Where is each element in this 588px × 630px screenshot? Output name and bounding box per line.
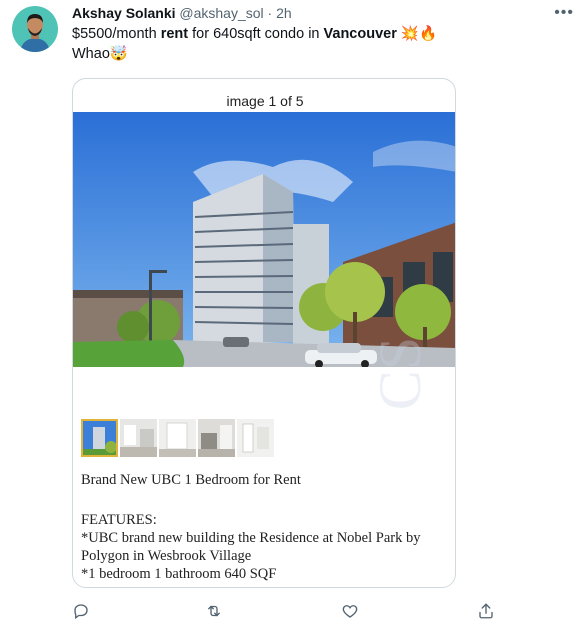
tweet-actions bbox=[0, 600, 588, 622]
thumbnail-3[interactable] bbox=[159, 419, 196, 457]
retweet-icon[interactable] bbox=[203, 600, 225, 622]
author-handle[interactable]: @akshay_sol bbox=[179, 5, 263, 21]
thumbnail-4[interactable] bbox=[198, 419, 235, 457]
feature-item: *UBC brand new building the Residence at… bbox=[81, 530, 421, 564]
watermark-text: CS bbox=[366, 336, 433, 411]
thumbnail-2[interactable] bbox=[120, 419, 157, 457]
share-icon[interactable] bbox=[475, 600, 497, 622]
listing-text: Brand New UBC 1 Bedroom for Rent FEATURE… bbox=[81, 471, 451, 583]
text-part: for 640sqft condo in bbox=[188, 26, 324, 42]
text-keyword-rent[interactable]: rent bbox=[161, 26, 188, 42]
features-heading: FEATURES: bbox=[81, 512, 157, 528]
like-icon[interactable] bbox=[339, 600, 361, 622]
more-options-icon[interactable]: ••• bbox=[554, 4, 574, 22]
feature-item: *1 bedroom 1 bathroom 640 SQF bbox=[81, 566, 277, 582]
thumbnail-1[interactable] bbox=[81, 419, 118, 457]
avatar[interactable] bbox=[12, 6, 58, 52]
listing-title: Brand New UBC 1 Bedroom for Rent bbox=[81, 472, 301, 488]
tweet-time[interactable]: 2h bbox=[276, 5, 292, 21]
author-name[interactable]: Akshay Solanki bbox=[72, 5, 176, 21]
text-emoji: 💥🔥 bbox=[396, 26, 437, 42]
text-keyword-vancouver[interactable]: Vancouver bbox=[324, 26, 397, 42]
text-part: $5500/month bbox=[72, 26, 161, 42]
tweet-media[interactable]: image 1 of 5 CS Brand New UBC 1 Bedroom … bbox=[72, 78, 456, 588]
condo-photo bbox=[73, 112, 455, 367]
text-line-2: Whao🤯 bbox=[72, 46, 128, 62]
tweet-text: $5500/month rent for 640sqft condo in Va… bbox=[72, 24, 542, 64]
separator-dot: · bbox=[267, 5, 273, 21]
tweet-header: Akshay Solanki @akshay_sol · 2h bbox=[72, 4, 292, 22]
thumbnail-strip bbox=[81, 419, 274, 459]
reply-icon[interactable] bbox=[70, 600, 92, 622]
thumbnail-5[interactable] bbox=[237, 419, 274, 457]
image-counter: image 1 of 5 bbox=[226, 93, 304, 109]
